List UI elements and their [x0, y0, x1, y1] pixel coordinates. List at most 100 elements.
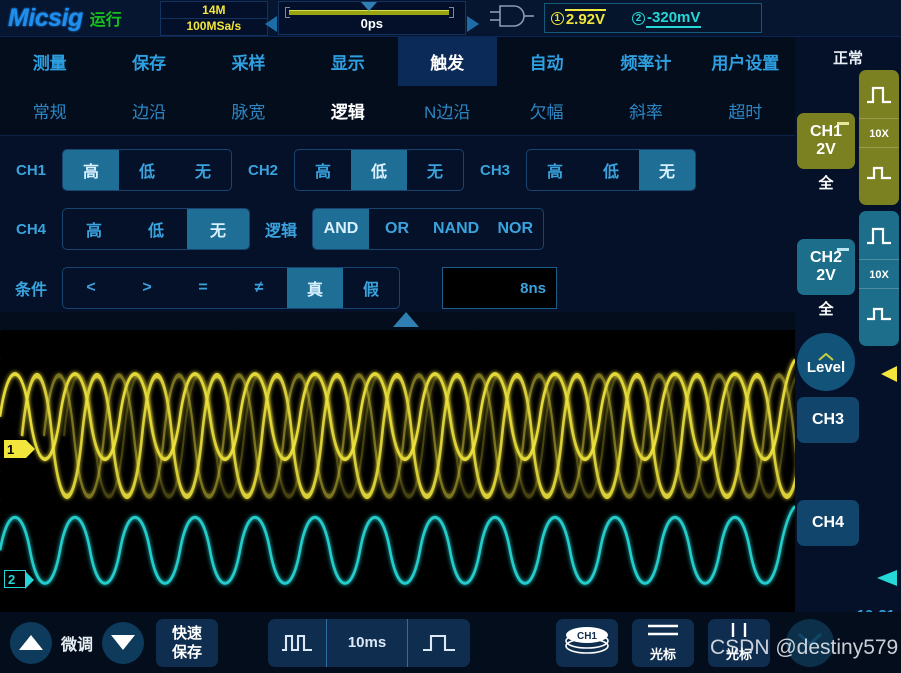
ch2-state-high[interactable]: 高 — [295, 150, 351, 190]
chevron-up-icon[interactable] — [818, 348, 834, 361]
trigger-level-ch2[interactable]: 2 -320mV — [632, 8, 702, 28]
condition-less-than[interactable]: < — [63, 268, 119, 308]
ch1-probe-column[interactable]: 10X — [859, 70, 899, 205]
trigger-levels-readout[interactable]: 1 2.92V 2 -320mV — [543, 3, 762, 33]
ch1-ground-marker[interactable]: 1 — [4, 440, 35, 458]
scroll-left-arrow-icon[interactable] — [264, 16, 277, 32]
close-menu-button[interactable] — [786, 618, 835, 667]
cursor-vertical-button[interactable]: 光标 — [708, 618, 771, 667]
single-pulse-icon[interactable] — [408, 619, 470, 667]
quick-save-button[interactable]: 快速 保存 — [156, 618, 219, 667]
ch2-coupling-dash-icon — [837, 248, 849, 251]
divider — [859, 259, 899, 260]
condition-true[interactable]: 真 — [287, 268, 343, 308]
tab-logic[interactable]: 逻辑 — [298, 86, 397, 135]
ch2-probe-ratio[interactable]: 10X — [869, 269, 889, 281]
logic-op-nor[interactable]: NOR — [487, 209, 543, 249]
memory-position-bar[interactable]: 0ps — [264, 1, 479, 35]
ch1-vertical-scale: 2V — [816, 141, 836, 158]
trigger-level-ch2-value: -320mV — [646, 8, 702, 28]
menu-item-display[interactable]: 显示 — [298, 37, 397, 86]
timebase-group: 10ms — [268, 618, 471, 667]
menu-item-user-settings[interactable]: 用户设置 — [696, 37, 795, 86]
logic-op-or[interactable]: OR — [369, 209, 425, 249]
menu-item-auto[interactable]: 自动 — [497, 37, 596, 86]
condition-time-value[interactable]: 8ns — [442, 267, 557, 309]
ch4-state-high[interactable]: 高 — [63, 209, 125, 249]
ch1-state-low[interactable]: 低 — [119, 150, 175, 190]
ch3-state-selector: 高 低 无 — [526, 149, 696, 191]
tab-edge[interactable]: 边沿 — [99, 86, 198, 135]
ch1-probe-ratio[interactable]: 10X — [869, 128, 889, 140]
trigger-mode-label[interactable]: 正常 — [795, 47, 901, 68]
pulse-small-icon[interactable] — [866, 162, 892, 187]
double-pulse-icon[interactable] — [268, 619, 326, 667]
trigger-level-ch1[interactable]: 1 2.92V — [550, 8, 607, 28]
ch2-trigger-level-arrow-icon[interactable] — [877, 570, 897, 586]
oscilloscope-screen: Micsig 运行 14M 100MSa/s 0ps 1 2.92V 2 -32… — [0, 0, 901, 673]
channel-button-ch2[interactable]: CH2 2V — [797, 239, 855, 295]
channel-button-ch3[interactable]: CH3 — [797, 397, 859, 443]
menu-item-trigger[interactable]: 触发 — [397, 37, 497, 86]
logic-gate-icon — [489, 3, 534, 34]
svg-text:CH1: CH1 — [577, 631, 597, 642]
timebase-value[interactable]: 10ms — [327, 619, 407, 667]
channel-stack-icon: CH1 — [561, 623, 613, 662]
fine-tune-up-button[interactable] — [10, 621, 52, 664]
fine-tune-down-button[interactable] — [102, 621, 145, 664]
bottom-toolbar: 微调 快速 保存 10ms CH1 光标 光标 — [0, 612, 901, 673]
ch2-ground-marker[interactable]: 2 — [4, 570, 34, 589]
tab-runt[interactable]: 欠幅 — [497, 86, 596, 135]
trigger-level-label: Level — [806, 359, 846, 376]
logic-op-and[interactable]: AND — [313, 209, 369, 249]
acquisition-info[interactable]: 14M 100MSa/s — [159, 0, 268, 36]
ch2-state-low[interactable]: 低 — [351, 150, 407, 190]
waveform-canvas — [0, 330, 795, 612]
ch3-state-high[interactable]: 高 — [527, 150, 583, 190]
menu-item-save[interactable]: 保存 — [99, 37, 198, 86]
trigger-level-knob[interactable]: Level — [797, 333, 855, 391]
fine-tune-label: 微调 — [61, 636, 94, 654]
menu-item-measure[interactable]: 测量 — [0, 37, 99, 86]
pulse-up-icon[interactable] — [866, 225, 892, 252]
scroll-right-arrow-icon[interactable] — [466, 16, 479, 32]
pulse-small-icon[interactable] — [866, 303, 892, 328]
channel-button-ch1[interactable]: CH1 2V — [797, 113, 855, 169]
ch3-state-low[interactable]: 低 — [583, 150, 639, 190]
condition-false[interactable]: 假 — [343, 268, 399, 308]
vertical-cursor-icon — [722, 622, 756, 643]
quick-save-line2: 保存 — [172, 643, 203, 661]
menu-item-acquire[interactable]: 采样 — [199, 37, 298, 86]
condition-greater-than[interactable]: > — [119, 268, 175, 308]
tab-timeout[interactable]: 超时 — [696, 86, 795, 135]
horizontal-cursor-icon — [646, 622, 680, 643]
status-bar: Micsig 运行 14M 100MSa/s 0ps 1 2.92V 2 -32… — [0, 0, 901, 37]
ch2-state-none[interactable]: 无 — [407, 150, 463, 190]
ch2-button-label: CH2 — [809, 249, 842, 266]
ch2-bandwidth-label[interactable]: 全 — [797, 298, 855, 319]
tab-normal[interactable]: 常规 — [0, 86, 99, 135]
ch1-trigger-level-arrow-icon[interactable] — [881, 366, 897, 382]
memory-bracket-left-icon — [284, 7, 290, 18]
ch1-bandwidth-label[interactable]: 全 — [797, 172, 855, 193]
ch2-vertical-scale: 2V — [816, 267, 836, 284]
cursor-horizontal-button[interactable]: 光标 — [632, 618, 695, 667]
ch2-probe-column[interactable]: 10X — [859, 211, 899, 346]
channel-button-ch4[interactable]: CH4 — [797, 500, 859, 546]
ch4-state-low[interactable]: 低 — [125, 209, 187, 249]
ch3-state-none[interactable]: 无 — [639, 150, 695, 190]
waveform-display[interactable] — [0, 330, 795, 612]
ch1-state-none[interactable]: 无 — [175, 150, 231, 190]
ch4-state-none[interactable]: 无 — [187, 209, 249, 249]
menu-item-counter[interactable]: 频率计 — [596, 37, 695, 86]
trigger-type-bar: 常规 边沿 脉宽 逻辑 N边沿 欠幅 斜率 超时 — [0, 86, 795, 136]
channel-stack-button[interactable]: CH1 — [556, 618, 619, 667]
tab-nth-edge[interactable]: N边沿 — [398, 86, 497, 135]
ch1-state-high[interactable]: 高 — [63, 150, 119, 190]
pulse-up-icon[interactable] — [866, 84, 892, 111]
tab-pulse-width[interactable]: 脉宽 — [199, 86, 298, 135]
condition-equal[interactable]: = — [175, 268, 231, 308]
condition-not-equal[interactable]: ≠ — [231, 268, 287, 308]
logic-op-nand[interactable]: NAND — [425, 209, 487, 249]
tab-slope[interactable]: 斜率 — [596, 86, 695, 135]
